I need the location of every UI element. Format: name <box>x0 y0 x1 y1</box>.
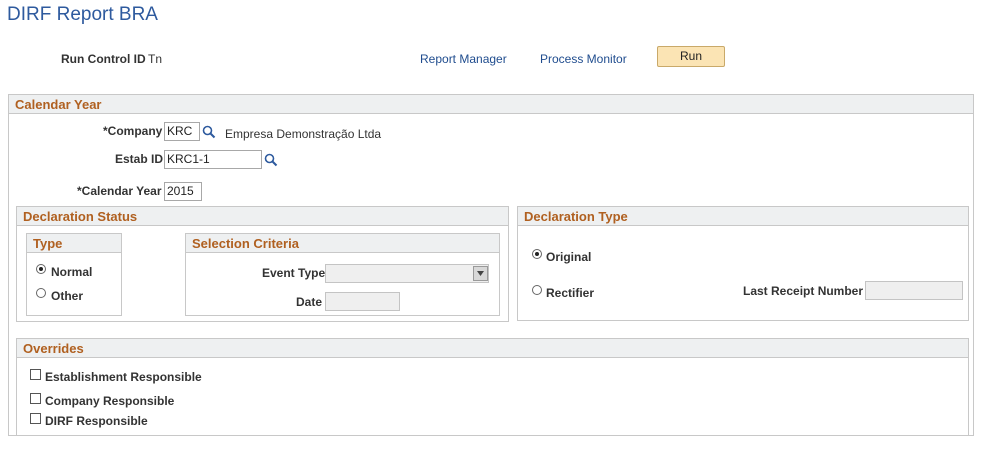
declaration-type-header: Declaration Type <box>518 207 968 226</box>
rectifier-radio[interactable] <box>532 285 542 295</box>
calendar-year-label: *Calendar Year <box>77 184 162 198</box>
normal-radio[interactable] <box>36 264 46 274</box>
date-input[interactable] <box>325 292 400 311</box>
last-receipt-label: Last Receipt Number <box>743 284 864 298</box>
company-label: *Company <box>103 124 163 138</box>
other-label: Other <box>51 289 84 303</box>
page-title: DIRF Report BRA <box>7 4 158 25</box>
overrides-header: Overrides <box>17 339 968 358</box>
run-button[interactable]: Run <box>657 46 725 67</box>
company-input[interactable]: KRC <box>164 122 200 141</box>
dirf-responsible-checkbox[interactable] <box>30 413 41 424</box>
dropdown-arrow-icon[interactable] <box>473 266 488 281</box>
calendar-year-header: Calendar Year <box>9 95 973 114</box>
overrides-section: Overrides <box>16 338 969 436</box>
run-control-label: Run Control ID <box>61 52 146 66</box>
report-manager-link[interactable]: Report Manager <box>420 52 507 66</box>
rectifier-label: Rectifier <box>546 286 595 300</box>
selection-criteria-header: Selection Criteria <box>186 234 499 253</box>
calendar-year-input[interactable]: 2015 <box>164 182 202 201</box>
date-label: Date <box>296 295 323 309</box>
type-header: Type <box>27 234 121 253</box>
search-icon[interactable] <box>264 153 278 167</box>
event-type-select[interactable] <box>325 264 489 283</box>
normal-label: Normal <box>51 265 93 279</box>
company-description: Empresa Demonstração Ltda <box>225 127 382 141</box>
search-icon[interactable] <box>202 125 216 139</box>
company-responsible-checkbox[interactable] <box>30 393 41 404</box>
original-label: Original <box>546 250 592 264</box>
establishment-responsible-checkbox[interactable] <box>30 369 41 380</box>
company-responsible-label: Company Responsible <box>45 394 175 408</box>
other-radio[interactable] <box>36 288 46 298</box>
estab-id-label: Estab ID <box>115 152 164 166</box>
establishment-responsible-label: Establishment Responsible <box>45 370 202 384</box>
event-type-label: Event Type <box>262 266 326 280</box>
run-control-value: Tn <box>148 52 163 66</box>
dirf-responsible-label: DIRF Responsible <box>45 414 148 428</box>
estab-id-input[interactable]: KRC1-1 <box>164 150 262 169</box>
process-monitor-link[interactable]: Process Monitor <box>540 52 627 66</box>
original-radio[interactable] <box>532 249 542 259</box>
declaration-status-header: Declaration Status <box>17 207 508 226</box>
last-receipt-input[interactable] <box>865 281 963 300</box>
